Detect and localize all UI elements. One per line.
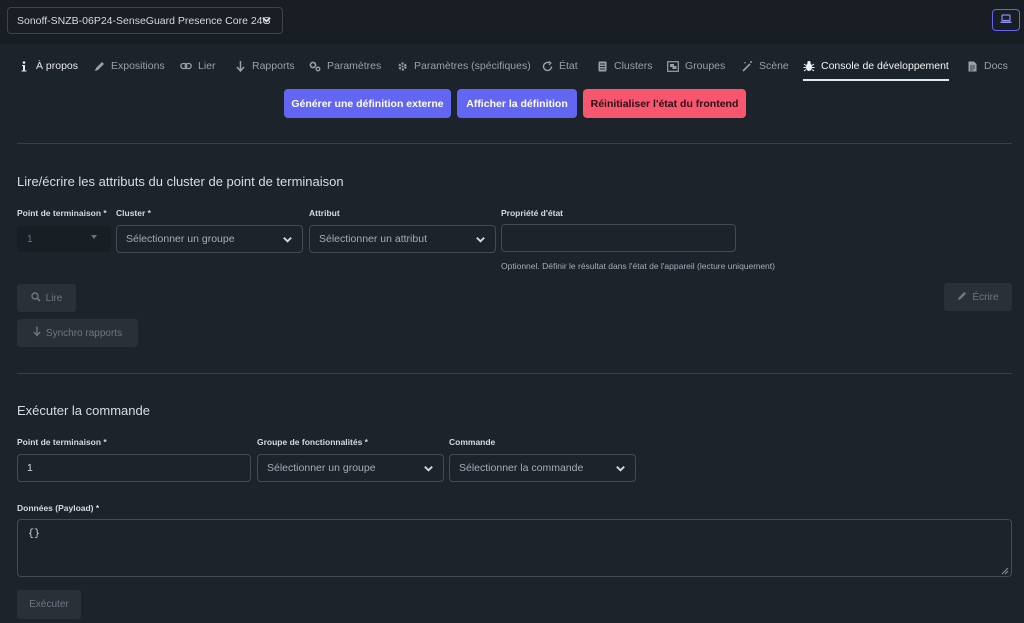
- section-divider: [17, 143, 1012, 144]
- pencil-icon: [93, 61, 105, 72]
- section-divider: [17, 373, 1012, 374]
- tab-settings[interactable]: Paramètres: [309, 54, 381, 78]
- read-button[interactable]: Lire: [17, 284, 76, 312]
- arrow-down-icon: [33, 326, 41, 340]
- write-button[interactable]: Écrire: [944, 283, 1012, 311]
- cluster-label: Cluster *: [116, 208, 151, 218]
- caret-down-icon: [91, 235, 97, 239]
- payload-textarea[interactable]: {}: [17, 519, 1012, 577]
- device-tabs: À propos Expositions Lier Rapports Param…: [0, 54, 1024, 81]
- sync-reporting-button[interactable]: Synchro rapports: [17, 319, 138, 347]
- command-label: Commande: [449, 437, 496, 447]
- endpoint-select[interactable]: 1: [17, 226, 111, 252]
- gear-icon: [396, 61, 408, 72]
- feature-group-placeholder: Sélectionner un groupe: [267, 462, 376, 474]
- execute-button[interactable]: Exécuter: [17, 590, 81, 619]
- top-bar: Sonoff-SNZB-06P24-SenseGuard Presence Co…: [0, 0, 1024, 44]
- feature-group-select[interactable]: Sélectionner un groupe: [257, 454, 444, 482]
- list-icon: [596, 61, 608, 72]
- tab-clusters[interactable]: Clusters: [596, 54, 653, 78]
- theme-toggle-button[interactable]: [992, 9, 1020, 31]
- payload-label: Données (Payload) *: [17, 503, 100, 513]
- state-property-label: Propriété d'état: [501, 208, 564, 218]
- chevron-down-icon: [615, 463, 626, 477]
- state-property-hint: Optionnel. Définir le résultat dans l'ét…: [501, 261, 775, 271]
- read-label: Lire: [45, 292, 63, 304]
- tab-label: État: [559, 60, 578, 72]
- attributes-section-title: Lire/écrire les attributs du cluster de …: [17, 174, 344, 189]
- document-icon: [966, 61, 978, 72]
- cogs-icon: [309, 61, 321, 72]
- execute-label: Exécuter: [29, 599, 69, 610]
- bug-icon: [803, 60, 815, 72]
- tab-label: Console de développement: [821, 60, 949, 72]
- tab-scene[interactable]: Scène: [741, 54, 789, 78]
- tab-docs[interactable]: Docs: [966, 54, 1008, 78]
- cluster-placeholder: Sélectionner un groupe: [126, 233, 235, 245]
- feature-group-label: Groupe de fonctionnalités *: [257, 437, 368, 447]
- info-icon: [18, 60, 30, 72]
- chevron-down-icon: [423, 463, 434, 477]
- command-endpoint-label: Point de terminaison *: [17, 437, 107, 447]
- endpoint-value: 1: [27, 233, 33, 245]
- device-name: Sonoff-SNZB-06P24-SenseGuard Presence Co…: [17, 14, 271, 27]
- command-select[interactable]: Sélectionner la commande: [449, 454, 636, 482]
- sync-icon: [541, 60, 553, 72]
- cluster-select[interactable]: Sélectionner un groupe: [116, 225, 303, 253]
- chevron-down-icon: [282, 234, 293, 248]
- tab-label: Docs: [984, 60, 1008, 72]
- command-section-title: Exécuter la commande: [17, 403, 150, 418]
- command-endpoint-value: 1: [27, 462, 33, 474]
- tab-label: Paramètres: [327, 60, 382, 72]
- tab-about[interactable]: À propos: [18, 54, 78, 78]
- endpoint-label: Point de terminaison *: [17, 208, 107, 218]
- tab-dev-console[interactable]: Console de développement: [803, 54, 949, 81]
- laptop-icon: [1000, 13, 1012, 27]
- tab-label: Scène: [759, 60, 789, 72]
- device-selector[interactable]: Sonoff-SNZB-06P24-SenseGuard Presence Co…: [7, 7, 283, 34]
- link-icon: [180, 61, 192, 71]
- generate-external-definition-button[interactable]: Générer une définition externe: [284, 89, 451, 118]
- resize-grip-icon[interactable]: [1001, 566, 1009, 578]
- reset-frontend-state-button[interactable]: Réinitialiser l'état du frontend: [583, 89, 746, 118]
- tab-exposes[interactable]: Expositions: [93, 54, 165, 78]
- tab-label: Clusters: [614, 60, 653, 72]
- object-group-icon: [667, 60, 679, 72]
- tab-specific-settings[interactable]: Paramètres (spécifiques): [396, 54, 531, 78]
- attribute-placeholder: Sélectionner un attribut: [319, 233, 427, 245]
- tab-label: Paramètres (spécifiques): [414, 60, 531, 72]
- state-property-input[interactable]: [501, 224, 736, 252]
- tab-groups[interactable]: Groupes: [667, 54, 725, 78]
- attribute-label: Attribut: [309, 208, 340, 218]
- attribute-select[interactable]: Sélectionner un attribut: [309, 225, 496, 253]
- command-placeholder: Sélectionner la commande: [459, 462, 584, 474]
- tab-label: Lier: [198, 60, 216, 72]
- arrow-down-icon: [234, 60, 246, 72]
- tab-bind[interactable]: Lier: [180, 54, 216, 78]
- chevron-down-icon: [475, 234, 486, 248]
- tab-label: Rapports: [252, 60, 295, 72]
- pencil-icon: [957, 291, 967, 304]
- tab-label: Groupes: [685, 60, 726, 72]
- magic-wand-icon: [741, 60, 753, 72]
- chevron-down-icon: [261, 14, 272, 28]
- tab-state[interactable]: État: [541, 54, 578, 78]
- command-endpoint-input[interactable]: 1: [17, 454, 251, 482]
- tab-label: À propos: [36, 60, 79, 72]
- tab-label: Expositions: [111, 60, 165, 72]
- search-icon: [30, 291, 41, 305]
- sync-reporting-label: Synchro rapports: [45, 327, 123, 339]
- show-definition-button[interactable]: Afficher la définition: [457, 89, 577, 118]
- write-label: Écrire: [972, 291, 999, 303]
- tab-reporting[interactable]: Rapports: [234, 54, 295, 78]
